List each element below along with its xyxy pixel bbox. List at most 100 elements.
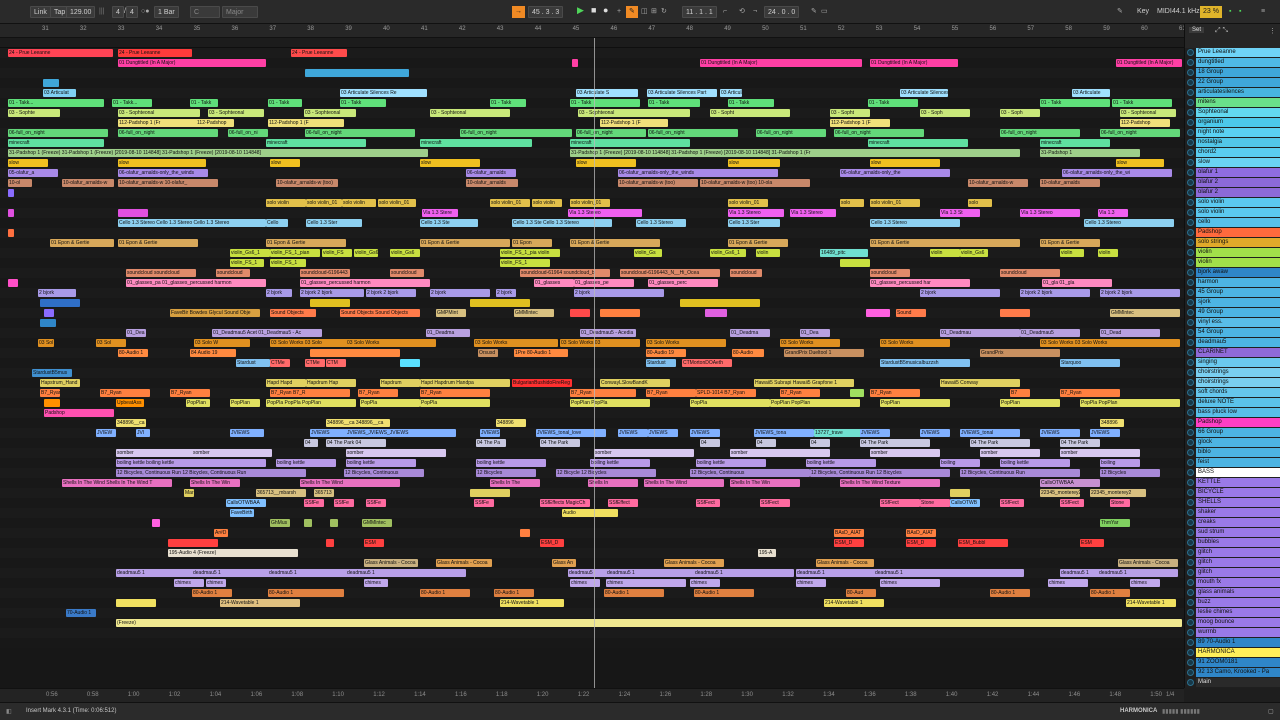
- clip[interactable]: Stardust: [236, 359, 270, 367]
- loop-switch-icon[interactable]: ⟲: [736, 6, 748, 18]
- clip[interactable]: boiling kettle: [276, 459, 336, 467]
- clip[interactable]: 01_Deadmau5 Acet 01_Deadmau5 - Ac: [212, 329, 322, 337]
- clip[interactable]: 10-olafur_arnalds-w (too): [276, 179, 338, 187]
- clip[interactable]: 10-olafur_arnalds-w 10-olafur_: [118, 179, 218, 187]
- track-name[interactable]: Padshop: [1196, 418, 1280, 427]
- clip[interactable]: 10-olafur_arnalds-w (too): [618, 179, 698, 187]
- track-header[interactable]: bjork awaw: [1185, 268, 1280, 278]
- clip[interactable]: violin: [1060, 249, 1084, 257]
- track-fold-icon[interactable]: [1187, 419, 1194, 426]
- clip[interactable]: slow: [118, 159, 206, 167]
- track-header[interactable]: 18 Group: [1185, 68, 1280, 78]
- clip[interactable]: SPLD-1014 B7_Ryan: [696, 389, 756, 397]
- track-name[interactable]: glitch: [1196, 548, 1280, 557]
- track-header[interactable]: BASS: [1185, 468, 1280, 478]
- track-lane[interactable]: 2 bjork 2 bjork 2 bjork 2 bjork 2 bjork 2 b…: [0, 288, 1184, 298]
- clip[interactable]: 10-olafur_arnalds-w: [968, 179, 1028, 187]
- clip[interactable]: somber: [1060, 449, 1140, 457]
- track-fold-icon[interactable]: [1187, 299, 1194, 306]
- clip[interactable]: chimes: [606, 579, 686, 587]
- clip[interactable]: 80-Audio 1: [192, 589, 232, 597]
- track-fold-icon[interactable]: [1187, 579, 1194, 586]
- track-lane[interactable]: 348896__ca 348896__ca 348896__ca 348896 348…: [0, 418, 1184, 428]
- clip[interactable]: 01_glasses: [534, 279, 574, 287]
- clip[interactable]: 06-olafur_arnalds: [466, 169, 516, 177]
- clip[interactable]: solo violin_01: [870, 199, 920, 207]
- track-lane[interactable]: [0, 638, 1184, 648]
- track-lane[interactable]: 12 Bicycles, Continuous Run 12 Bicycles,…: [0, 468, 1184, 478]
- track-header[interactable]: SHELLS: [1185, 498, 1280, 508]
- track-header[interactable]: glass animals: [1185, 588, 1280, 598]
- clip[interactable]: Stardust: [646, 359, 676, 367]
- clip[interactable]: soundcloud: [216, 269, 250, 277]
- clip[interactable]: 01_Dead: [1100, 329, 1160, 337]
- clip[interactable]: Cello 1.3 Stereo Cello 1.3 Stereo Cello …: [118, 219, 266, 227]
- track-header[interactable]: singing: [1185, 358, 1280, 368]
- clip[interactable]: 04 The Park: [540, 439, 580, 447]
- track-fold-icon[interactable]: [1187, 249, 1194, 256]
- clip[interactable]: B7_Ryan: [570, 389, 636, 397]
- track-fold-icon[interactable]: [1187, 189, 1194, 196]
- clip[interactable]: BAsD_AIAT: [834, 529, 864, 537]
- clip[interactable]: FaveBirth: [230, 509, 254, 517]
- clip[interactable]: 04 The Park: [1060, 439, 1100, 447]
- clip[interactable]: 03 Articulate Silences Re: [340, 89, 427, 97]
- clip[interactable]: 112-Padshop: [1120, 119, 1170, 127]
- clip[interactable]: Cello 1.3 Ste Cello 1.3 Stereo: [512, 219, 612, 227]
- track-header[interactable]: feist: [1185, 458, 1280, 468]
- clip[interactable]: 84 Audio 19: [190, 349, 236, 357]
- track-lane[interactable]: Stardust CTMe CTMe CTM Stardust CTMortonDOAet…: [0, 358, 1184, 368]
- clip[interactable]: Vla 1.3: [1098, 209, 1128, 217]
- clip[interactable]: Glass Animals - Cocoa: [364, 559, 418, 567]
- record-mode-icon[interactable]: ○●: [138, 6, 152, 18]
- clip[interactable]: JVIEWS_tonal_love: [536, 429, 606, 437]
- clip[interactable]: 12 Bicycles: [1100, 469, 1160, 477]
- clip[interactable]: violin_FS_1_pia violin: [500, 249, 560, 257]
- clip[interactable]: violin_Gs6_1: [710, 249, 746, 257]
- track-lane[interactable]: StardustB5mus: [0, 368, 1184, 378]
- clip[interactable]: 03 Articulate Silences Part: [647, 89, 717, 97]
- clip[interactable]: solo: [840, 199, 864, 207]
- track-name[interactable]: violin: [1196, 248, 1280, 257]
- clip[interactable]: [570, 309, 590, 317]
- track-fold-icon[interactable]: [1187, 539, 1194, 546]
- clip[interactable]: [40, 319, 56, 327]
- track-fold-icon[interactable]: [1187, 139, 1194, 146]
- track-name[interactable]: Prue Leeanne: [1196, 48, 1280, 57]
- clip[interactable]: 12 Bicycles: [476, 469, 536, 477]
- clip[interactable]: violin_FS_1: [270, 259, 306, 267]
- clip[interactable]: JVIEWS: [310, 429, 350, 437]
- track-fold-icon[interactable]: [1187, 329, 1194, 336]
- track-name[interactable]: 45 Group: [1196, 288, 1280, 297]
- clip[interactable]: Hapd Hapd: [266, 379, 306, 387]
- track-header[interactable]: bubbles: [1185, 538, 1280, 548]
- clip[interactable]: 01 Epon & Gertie: [266, 239, 346, 247]
- clip[interactable]: SSfEffect: [608, 499, 638, 507]
- clip[interactable]: 06-olafur_arnalds-only_the_wi: [1062, 169, 1172, 177]
- automation-arm-icon[interactable]: ✎: [626, 6, 638, 18]
- clip[interactable]: 12 Bicycles, Continuous Run 12 Bicycles,…: [116, 469, 306, 477]
- track-name[interactable]: Main: [1196, 678, 1280, 687]
- track-header[interactable]: choirstrings: [1185, 378, 1280, 388]
- track-header[interactable]: 89 70-Audio 1: [1185, 638, 1280, 648]
- detail-toggle-icon[interactable]: ▢: [1268, 708, 1274, 715]
- track-fold-icon[interactable]: [1187, 229, 1194, 236]
- clip[interactable]: minecraft: [420, 139, 532, 147]
- clip[interactable]: [470, 489, 510, 497]
- clip[interactable]: [40, 299, 80, 307]
- track-fold-icon[interactable]: [1187, 439, 1194, 446]
- track-name[interactable]: 54 Group: [1196, 328, 1280, 337]
- track-fold-icon[interactable]: [1187, 619, 1194, 626]
- clip[interactable]: solo violin: [342, 199, 376, 207]
- clip[interactable]: 01 - Takk: [268, 99, 302, 107]
- clip[interactable]: solo violin: [532, 199, 562, 207]
- clip[interactable]: violin_Gs: [634, 249, 662, 257]
- clip[interactable]: 2 bjork 2 bjork: [1020, 289, 1090, 297]
- track-header[interactable]: deluxe NOTE: [1185, 398, 1280, 408]
- track-fold-icon[interactable]: [1187, 599, 1194, 606]
- clip[interactable]: GMMlntec: [514, 309, 554, 317]
- track-header[interactable]: 45 Group: [1185, 288, 1280, 298]
- clip[interactable]: slow: [270, 159, 300, 167]
- clip[interactable]: minecraft: [570, 139, 690, 147]
- clip[interactable]: 365713: [314, 489, 334, 497]
